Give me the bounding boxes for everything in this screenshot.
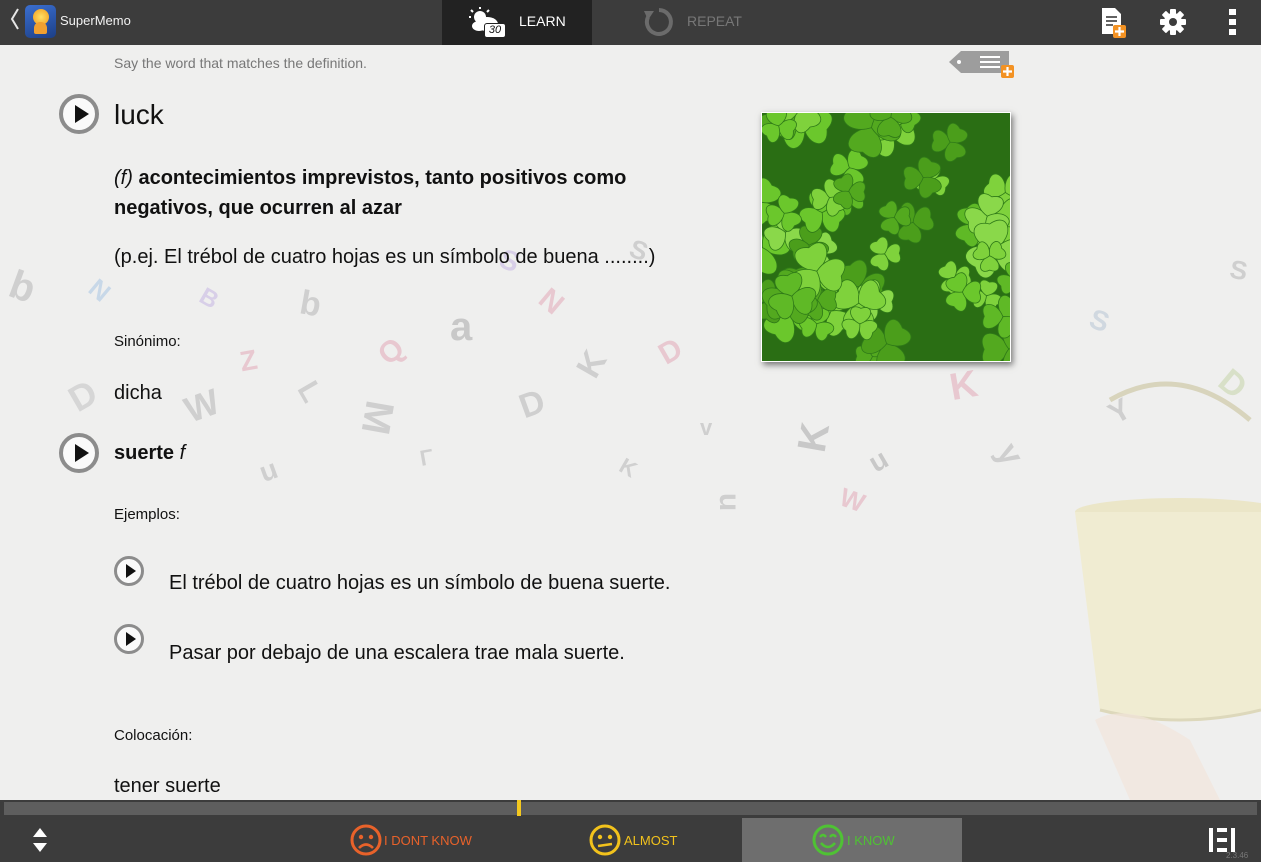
almost-label: ALMOST xyxy=(624,833,678,848)
answer-text: suerte xyxy=(114,442,175,464)
dont-know-button[interactable]: I DONT KNOW xyxy=(340,818,500,862)
background-letter-pattern: b D N W B Z b L u M Q a S D N K S D u K … xyxy=(3,232,1255,519)
document-add-icon[interactable] xyxy=(1098,6,1130,38)
play-example-2-button[interactable] xyxy=(114,624,144,654)
sort-arrows-icon[interactable] xyxy=(32,826,48,854)
bottom-bar: I DONT KNOW ALMOST I KNOW xyxy=(0,818,1261,862)
definition-gram: (f) xyxy=(114,167,133,189)
play-answer-audio-button[interactable] xyxy=(59,433,99,473)
repeat-icon xyxy=(644,8,673,36)
top-bar: SuperMemo 30 LEARN REPEAT xyxy=(0,0,1261,45)
progress-marker xyxy=(517,800,521,816)
tab-repeat[interactable]: REPEAT xyxy=(640,0,780,45)
course-contents-icon[interactable] xyxy=(1208,827,1236,853)
vertical-dots-icon[interactable] xyxy=(1217,6,1249,38)
progress-bar xyxy=(0,800,1261,818)
instruction-text: Say the word that matches the definition… xyxy=(114,55,367,71)
collocation-text: tener suerte xyxy=(114,775,221,797)
clover-photo-drawing xyxy=(762,113,1010,361)
examples-label: Ejemplos: xyxy=(114,506,180,523)
supermemo-logo[interactable] xyxy=(25,5,56,38)
example-sentence-1: El trébol de cuatro hojas es un símbolo … xyxy=(169,572,671,594)
play-word-audio-button[interactable] xyxy=(59,94,99,134)
dont-know-label: I DONT KNOW xyxy=(384,833,472,848)
tab-learn-label: LEARN xyxy=(519,13,566,29)
learn-count-badge: 30 xyxy=(484,23,506,38)
example-sentence-2: Pasar por debajo de una escalera trae ma… xyxy=(169,642,625,664)
know-button[interactable]: I KNOW xyxy=(742,818,962,862)
app-name: SuperMemo xyxy=(60,13,131,28)
play-example-1-button[interactable] xyxy=(114,556,144,586)
happy-face-icon xyxy=(812,824,844,856)
question-word: luck xyxy=(114,99,164,130)
definition-text: (f) acontecimientos imprevistos, tanto p… xyxy=(114,163,714,223)
tab-repeat-label: REPEAT xyxy=(687,13,742,29)
tab-learn[interactable]: 30 LEARN xyxy=(442,0,592,45)
collocation-label: Colocación: xyxy=(114,727,193,744)
chevron-left-icon xyxy=(10,8,19,30)
synonym-label: Sinónimo: xyxy=(114,333,181,350)
neutral-face-icon xyxy=(589,824,621,856)
definition-body: acontecimientos imprevistos, tanto posit… xyxy=(114,167,627,219)
know-label: I KNOW xyxy=(847,833,895,848)
sad-face-icon xyxy=(350,824,382,856)
answer-word: suerte f xyxy=(114,442,185,465)
answer-gram: f xyxy=(179,442,186,464)
synonym-dicha: dicha xyxy=(114,382,162,404)
clover-image xyxy=(761,112,1011,362)
tag-list-button[interactable] xyxy=(947,47,1015,81)
back-button[interactable] xyxy=(10,6,20,40)
app-version: 2.3.46 xyxy=(1226,851,1249,860)
gear-icon[interactable] xyxy=(1157,6,1189,38)
progress-fill xyxy=(4,802,518,815)
almost-button[interactable]: ALMOST xyxy=(580,818,700,862)
definition-example: (p.ej. El trébol de cuatro hojas es un s… xyxy=(114,246,656,268)
bucket-illustration xyxy=(1075,381,1261,800)
